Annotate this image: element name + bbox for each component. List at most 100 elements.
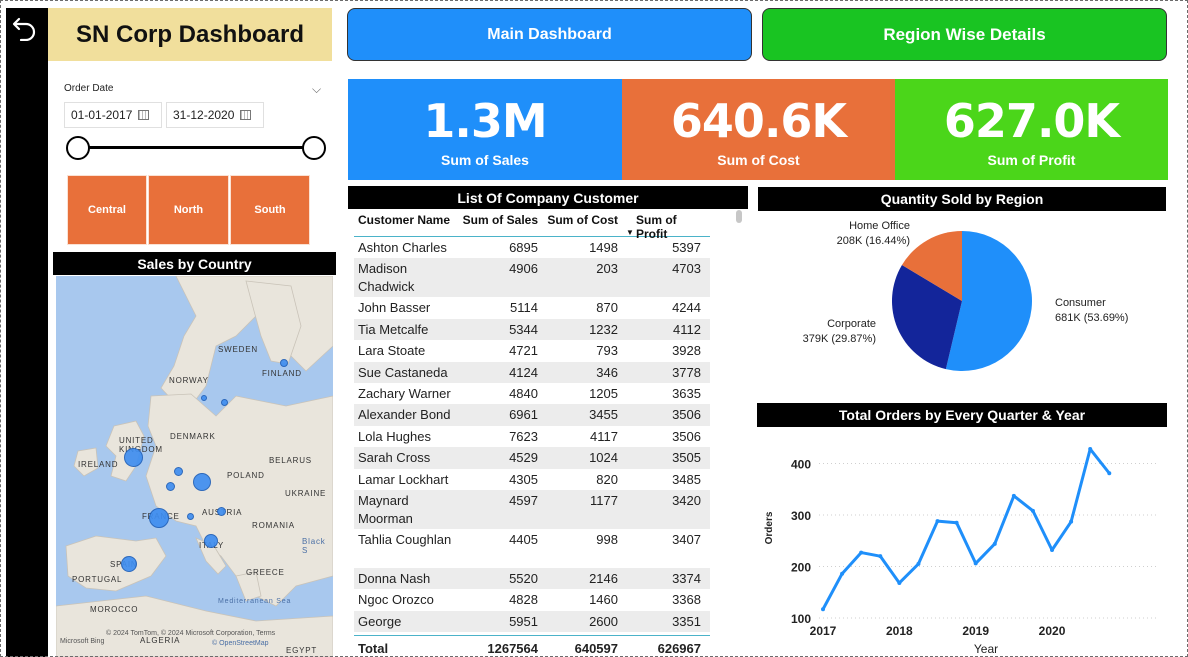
table-header: Customer Name Sum of Sales Sum of Cost S… bbox=[354, 210, 710, 241]
table-row[interactable]: Zachary Warner 4840 1205 3635 bbox=[354, 383, 710, 404]
table-row[interactable]: Donna Nash 5520 2146 3374 bbox=[354, 567, 710, 590]
table-row[interactable]: Lara Stoate 4721 793 3928 bbox=[354, 340, 710, 361]
y-tick-label: 200 bbox=[791, 560, 811, 574]
table-row[interactable]: Alexander Bond 6961 3455 3506 bbox=[354, 404, 710, 426]
y-axis-label: Orders bbox=[764, 511, 775, 544]
customer-name: Ashton Charles bbox=[358, 240, 447, 255]
table-scrollbar[interactable] bbox=[736, 210, 742, 223]
column-header[interactable]: Sum of Cost bbox=[538, 213, 618, 227]
pie-chart[interactable]: Consumer 681K (53.69%) Corporate 379K (29.8… bbox=[758, 211, 1166, 391]
sales-value: 6895 bbox=[509, 240, 538, 255]
data-point[interactable] bbox=[973, 561, 978, 566]
data-point[interactable] bbox=[935, 519, 940, 524]
map-title: Sales by Country bbox=[53, 252, 336, 275]
cost-value: 346 bbox=[596, 364, 618, 380]
kpi-value: 627.0K bbox=[943, 93, 1120, 148]
data-point[interactable] bbox=[897, 580, 902, 585]
cost-value: 203 bbox=[596, 261, 618, 277]
map-bubble[interactable] bbox=[221, 399, 228, 406]
main-dashboard-button[interactable]: Main Dashboard bbox=[347, 8, 752, 61]
total-sales: 1267564 bbox=[487, 641, 538, 656]
data-point[interactable] bbox=[1069, 519, 1074, 524]
slider-end-handle[interactable] bbox=[302, 136, 326, 160]
end-date-input[interactable]: 31-12-2020 bbox=[166, 102, 264, 128]
sort-descending-icon[interactable]: ▼ bbox=[626, 228, 634, 237]
profit-value: 3506 bbox=[672, 428, 701, 444]
map-label-ukraine: UKRAINE bbox=[285, 489, 327, 498]
start-date-input[interactable]: 01-01-2017 bbox=[64, 102, 162, 128]
table-row[interactable]: Ngoc Orozco 4828 1460 3368 bbox=[354, 589, 710, 610]
customer-name: Ngoc Orozco bbox=[358, 592, 434, 608]
customer-table[interactable]: Customer Name Sum of Sales Sum of Cost S… bbox=[354, 210, 710, 657]
map-bubble[interactable] bbox=[149, 508, 169, 528]
data-point[interactable] bbox=[821, 607, 825, 612]
data-point[interactable] bbox=[840, 571, 845, 576]
table-total-row: Total 1267564 640597 626967 bbox=[354, 635, 710, 656]
table-row[interactable]: Sarah Cross 4529 1024 3505 bbox=[354, 447, 710, 469]
map-bubble[interactable] bbox=[280, 359, 288, 367]
map-label-algeria: ALGERIA bbox=[140, 636, 181, 645]
table-row[interactable]: George 5951 2600 3351 bbox=[354, 610, 710, 633]
profit-value: 3928 bbox=[672, 343, 701, 359]
data-point[interactable] bbox=[1088, 447, 1093, 452]
profit-value: 3635 bbox=[672, 385, 701, 401]
profit-value: 4703 bbox=[672, 261, 701, 277]
region-button-north[interactable]: North bbox=[148, 175, 229, 245]
profit-value: 3506 bbox=[672, 407, 701, 423]
map-bubble[interactable] bbox=[217, 507, 226, 516]
profit-value: 3374 bbox=[672, 570, 701, 586]
table-row[interactable]: John Basser 5114 870 4244 bbox=[354, 297, 710, 318]
data-point[interactable] bbox=[878, 554, 883, 559]
map-label-egypt: EGYPT bbox=[286, 646, 318, 655]
sales-value: 5344 bbox=[509, 321, 538, 337]
map-bubble[interactable] bbox=[174, 467, 183, 476]
slider-start-handle[interactable] bbox=[66, 136, 90, 160]
map-bubble[interactable] bbox=[204, 534, 218, 548]
back-icon[interactable] bbox=[8, 10, 42, 44]
cost-value: 820 bbox=[596, 471, 618, 487]
date-range-slider-track[interactable] bbox=[78, 146, 314, 149]
map-attribution-osm[interactable]: © OpenStreetMap bbox=[212, 640, 269, 647]
sales-map[interactable]: SWEDEN NORWAY FINLAND UNITED KINGDOM DEN… bbox=[56, 276, 333, 657]
table-row[interactable]: Sue Castaneda 4124 346 3778 bbox=[354, 361, 710, 383]
customer-name: John Basser bbox=[358, 300, 431, 316]
data-point[interactable] bbox=[1107, 471, 1112, 476]
map-label-romania: ROMANIA bbox=[252, 521, 295, 530]
table-row[interactable]: Madison Chadwick 4906 203 4703 bbox=[354, 258, 710, 298]
map-bubble[interactable] bbox=[121, 556, 137, 572]
map-bubble[interactable] bbox=[201, 395, 207, 401]
line-chart[interactable]: 100 200 300 400 2017 2018 2019 2020 Year Orders bbox=[757, 428, 1167, 657]
calendar-icon[interactable] bbox=[138, 110, 150, 120]
data-point[interactable] bbox=[916, 561, 921, 566]
column-header[interactable]: Customer Name bbox=[354, 213, 456, 227]
table-row[interactable]: Lamar Lockhart 4305 820 3485 bbox=[354, 469, 710, 490]
table-row[interactable]: Maynard Moorman 4597 1177 3420 bbox=[354, 489, 710, 529]
map-bubble[interactable] bbox=[166, 482, 175, 491]
table-row[interactable]: Tahlia Coughlan 4405 998 3407 bbox=[354, 529, 710, 568]
kpi-card-profit: 627.0K Sum of Profit bbox=[895, 79, 1168, 180]
calendar-icon[interactable] bbox=[240, 110, 252, 120]
region-wise-details-button[interactable]: Region Wise Details bbox=[762, 8, 1167, 61]
column-header[interactable]: Sum of Sales bbox=[456, 213, 538, 227]
map-bubble[interactable] bbox=[193, 473, 211, 491]
chevron-down-icon[interactable]: ⌵ bbox=[312, 82, 321, 97]
kpi-label: Sum of Sales bbox=[441, 151, 529, 168]
cost-value: 3455 bbox=[589, 407, 618, 423]
kpi-label: Sum of Cost bbox=[717, 151, 800, 168]
region-button-south[interactable]: South bbox=[230, 175, 310, 245]
map-bubble[interactable] bbox=[124, 448, 143, 467]
data-point[interactable] bbox=[1011, 493, 1016, 498]
data-point[interactable] bbox=[1030, 508, 1035, 513]
data-point[interactable] bbox=[992, 541, 997, 546]
map-label-belarus: BELARUS bbox=[269, 456, 312, 465]
data-point[interactable] bbox=[954, 520, 959, 525]
page-title: SN Corp Dashboard bbox=[75, 20, 305, 48]
table-row[interactable]: Tia Metcalfe 5344 1232 4112 bbox=[354, 318, 710, 341]
data-point[interactable] bbox=[859, 550, 864, 555]
table-row[interactable]: Lola Hughes 7623 4117 3506 bbox=[354, 426, 710, 447]
customer-name: Tia Metcalfe bbox=[358, 321, 429, 337]
map-bubble[interactable] bbox=[187, 513, 194, 520]
region-button-central[interactable]: Central bbox=[67, 175, 147, 245]
data-point[interactable] bbox=[1050, 548, 1055, 552]
orders-series-line[interactable] bbox=[821, 447, 1111, 610]
